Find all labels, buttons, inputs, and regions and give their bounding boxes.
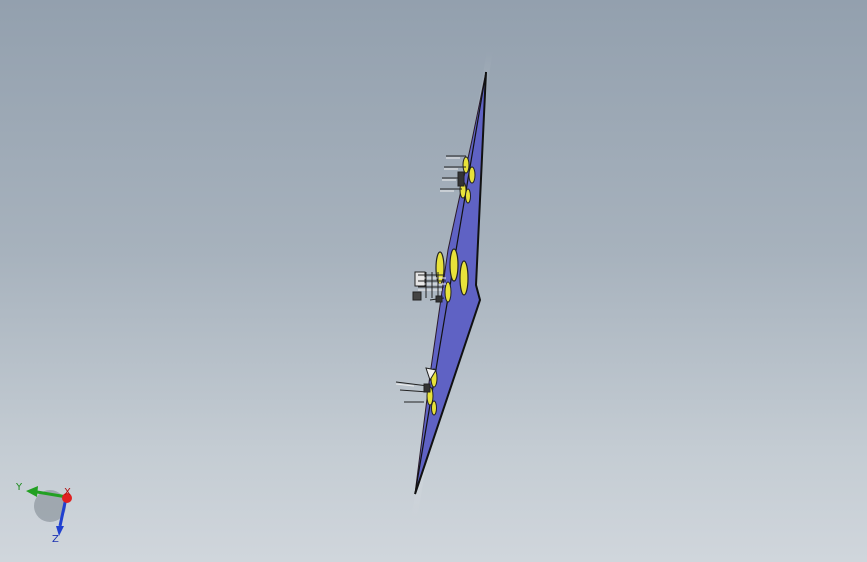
z-axis-label: Z	[52, 534, 59, 544]
pad[interactable]	[459, 260, 469, 296]
pcb-model[interactable]	[0, 0, 867, 562]
y-axis-label: Y	[15, 482, 23, 493]
y-axis-arrow	[26, 486, 38, 497]
pad[interactable]	[468, 166, 476, 184]
pad[interactable]	[435, 251, 445, 285]
pad[interactable]	[449, 248, 459, 282]
pad[interactable]	[431, 400, 437, 416]
pad[interactable]	[462, 156, 470, 174]
pad[interactable]	[444, 281, 452, 303]
pad[interactable]	[465, 188, 471, 204]
component-leads-upper[interactable]	[440, 155, 466, 192]
x-axis-label: X	[64, 487, 71, 498]
3d-viewport[interactable]: Y X Z	[0, 0, 867, 562]
orientation-triad[interactable]: Y X Z	[12, 474, 82, 544]
